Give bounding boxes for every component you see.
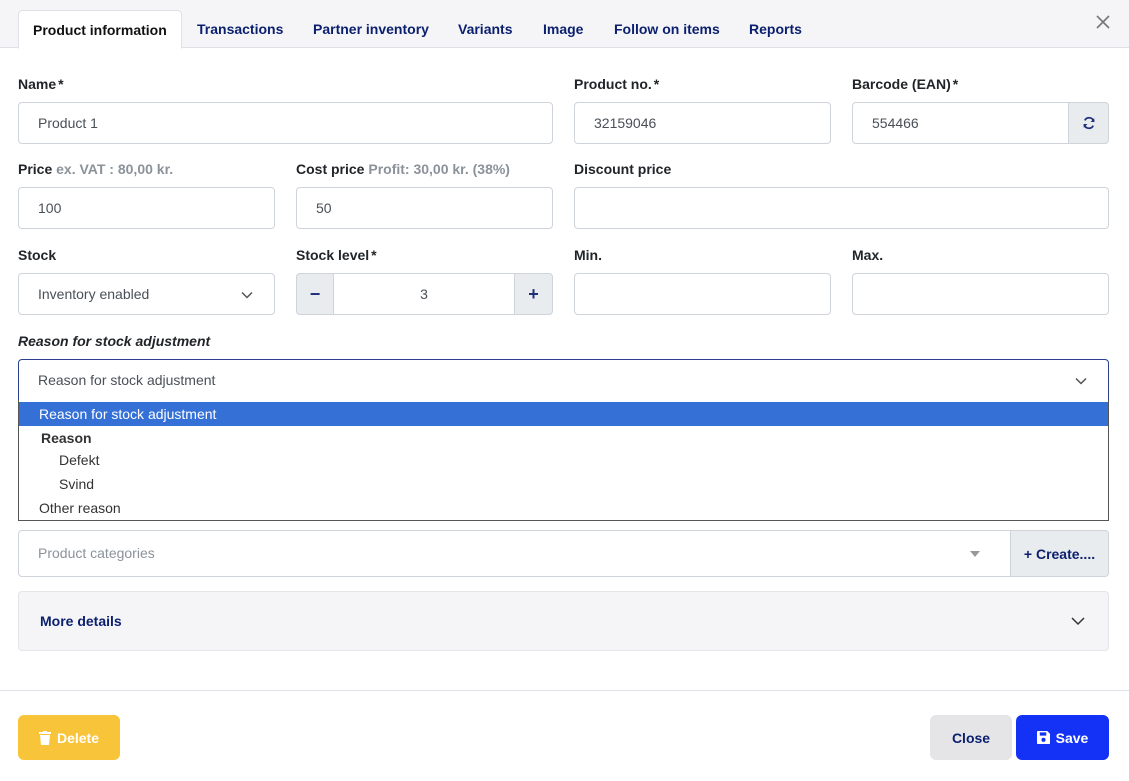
stock-increment-button[interactable]: +	[514, 273, 553, 315]
product-no-input[interactable]	[574, 102, 831, 144]
discount-price-label: Discount price	[574, 161, 672, 177]
price-input[interactable]	[18, 187, 275, 229]
max-label: Max.	[852, 247, 884, 263]
stock-select-value: Inventory enabled	[38, 286, 150, 302]
stock-select[interactable]: Inventory enabled	[18, 273, 275, 315]
reason-option-other[interactable]: Other reason	[19, 496, 1108, 520]
refresh-icon	[1082, 116, 1095, 130]
product-no-label: Product no. *	[574, 76, 660, 92]
stock-decrement-button[interactable]: −	[296, 273, 334, 315]
close-icon[interactable]	[1093, 12, 1113, 32]
save-button[interactable]: Save	[1016, 715, 1109, 760]
min-input[interactable]	[574, 273, 831, 315]
product-categories-select[interactable]: Product categories	[18, 530, 1012, 577]
chevron-down-icon	[241, 291, 253, 299]
max-input[interactable]	[852, 273, 1109, 315]
reason-option-svind[interactable]: Svind	[19, 472, 1108, 496]
barcode-refresh-button[interactable]	[1068, 102, 1109, 144]
product-categories-placeholder: Product categories	[38, 545, 155, 561]
create-category-button[interactable]: + Create....	[1010, 530, 1109, 577]
reason-option-group: Reason	[41, 430, 92, 446]
delete-button[interactable]: Delete	[18, 715, 120, 760]
tab-product-information[interactable]: Product information	[18, 10, 182, 49]
reason-label: Reason for stock adjustment	[18, 333, 211, 349]
more-details-title: More details	[40, 613, 122, 629]
reason-select[interactable]: Reason for stock adjustment	[18, 359, 1109, 401]
barcode-label: Barcode (EAN) *	[852, 76, 959, 92]
tab-bar: Product information Transactions Partner…	[0, 0, 1129, 49]
price-label: Price ex. VAT : 80,00 kr.	[18, 161, 174, 177]
tab-image[interactable]: Image	[529, 10, 597, 48]
delete-button-label: Delete	[56, 729, 100, 746]
reason-option-defekt[interactable]: Defekt	[19, 448, 1108, 472]
name-label: Name *	[18, 76, 64, 92]
footer-divider	[0, 690, 1129, 691]
more-details-accordion[interactable]: More details	[18, 591, 1109, 651]
barcode-input[interactable]	[852, 102, 1070, 144]
name-input[interactable]	[18, 102, 553, 144]
reason-select-value: Reason for stock adjustment	[38, 372, 216, 388]
save-button-label: Save	[1055, 729, 1089, 746]
tab-variants[interactable]: Variants	[444, 10, 526, 48]
trash-icon	[38, 730, 51, 745]
reason-option-default[interactable]: Reason for stock adjustment	[19, 402, 1108, 426]
chevron-down-icon	[1075, 377, 1087, 385]
stock-level-label: Stock level *	[296, 247, 377, 263]
tab-reports[interactable]: Reports	[735, 10, 816, 48]
tab-partner-inventory[interactable]: Partner inventory	[299, 10, 443, 48]
min-label: Min.	[574, 247, 602, 263]
discount-price-input[interactable]	[574, 187, 1109, 229]
tab-transactions[interactable]: Transactions	[183, 10, 297, 48]
close-button-label: Close	[951, 729, 991, 746]
caret-down-icon	[970, 551, 980, 557]
cost-price-label: Cost price Profit: 30,00 kr. (38%)	[296, 161, 510, 177]
stock-label: Stock	[18, 247, 57, 263]
floppy-disk-icon	[1036, 731, 1050, 744]
stock-level-input[interactable]	[333, 273, 515, 315]
cost-price-input[interactable]	[296, 187, 553, 229]
chevron-down-icon	[1071, 617, 1085, 626]
tab-follow-on-items[interactable]: Follow on items	[600, 10, 734, 48]
close-button[interactable]: Close	[930, 715, 1012, 760]
reason-dropdown-list: Reason for stock adjustment Reason Defek…	[18, 400, 1109, 521]
